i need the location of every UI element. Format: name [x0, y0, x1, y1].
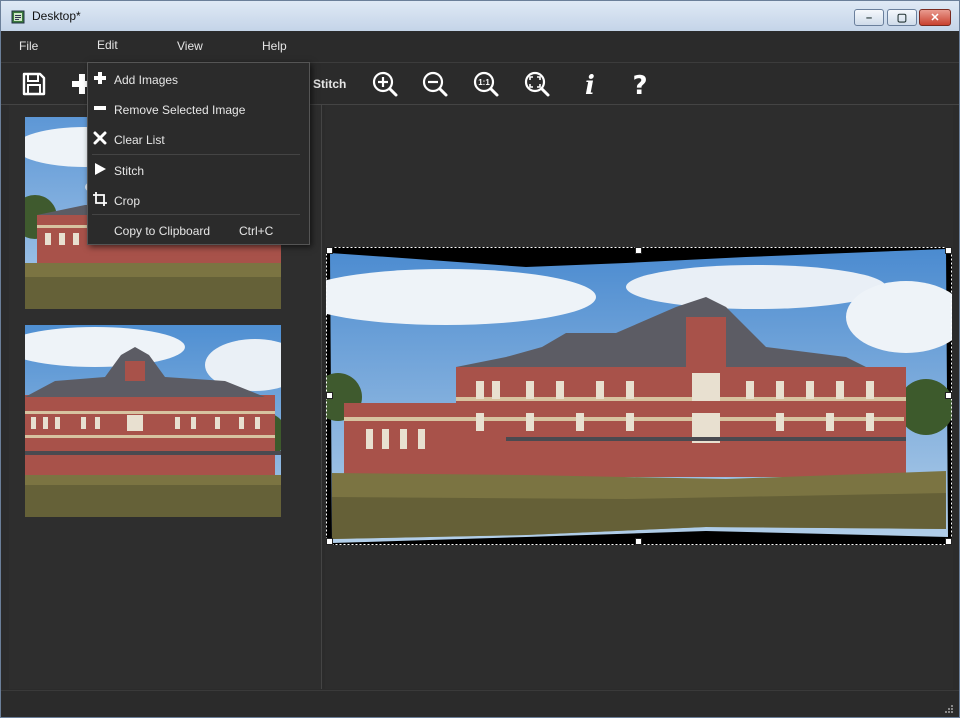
svg-text:i: i	[585, 71, 595, 98]
crop-icon	[93, 192, 107, 206]
menu-edit[interactable]: Edit	[97, 38, 118, 52]
menu-view[interactable]: View	[177, 39, 203, 53]
panorama-image	[296, 247, 959, 545]
minimize-button[interactable]: –	[854, 9, 884, 26]
plus-icon	[94, 72, 106, 84]
maximize-icon: ▢	[896, 12, 908, 24]
zoom-fit-button[interactable]	[520, 67, 554, 101]
menu-item-shortcut: Ctrl+C	[239, 224, 274, 238]
zoom-out-button[interactable]	[418, 67, 452, 101]
resize-handle[interactable]	[326, 247, 333, 254]
save-button[interactable]	[17, 67, 51, 101]
stitch-button[interactable]: Stitch	[313, 77, 346, 91]
resize-grip-icon[interactable]	[943, 703, 953, 713]
svg-text:?: ?	[632, 71, 647, 98]
menu-help[interactable]: Help	[262, 39, 287, 53]
menu-separator	[92, 214, 300, 215]
image-thumbnail[interactable]	[25, 325, 281, 517]
zoom-actual-size-icon: 1:1	[473, 71, 499, 97]
title-bar: Desktop* – ▢ ✕	[1, 1, 959, 31]
menu-bar: File Edit View Help	[1, 31, 959, 63]
zoom-in-icon	[372, 71, 398, 97]
x-icon	[93, 131, 107, 145]
menu-item-label: Copy to Clipboard	[114, 224, 211, 238]
help-button[interactable]: ?	[623, 67, 657, 101]
menu-item-remove-selected-image[interactable]: Remove Selected Image	[88, 95, 307, 123]
menu-item-crop[interactable]: Crop	[88, 186, 307, 214]
minus-icon	[94, 106, 106, 110]
zoom-in-button[interactable]	[368, 67, 402, 101]
resize-handle[interactable]	[945, 538, 952, 545]
preview-canvas[interactable]	[296, 105, 959, 689]
menu-separator	[92, 154, 300, 155]
menu-item-label: Clear List	[114, 133, 165, 147]
help-icon: ?	[632, 71, 647, 98]
window-title: Desktop*	[32, 9, 81, 23]
building-photo-right	[25, 325, 281, 517]
resize-handle[interactable]	[945, 247, 952, 254]
menu-file[interactable]: File	[19, 39, 38, 53]
play-icon	[95, 163, 106, 175]
edit-menu-dropdown: Add Images Remove Selected Image Clear L…	[87, 62, 310, 245]
menu-item-add-images[interactable]: Add Images	[88, 65, 307, 93]
app-window: Desktop* – ▢ ✕ File Edit View Help Stitc…	[0, 0, 960, 718]
info-icon: i	[585, 71, 595, 98]
zoom-out-icon	[422, 71, 448, 97]
zoom-actual-size-button[interactable]: 1:1	[469, 67, 503, 101]
app-icon	[11, 10, 25, 24]
svg-text:1:1: 1:1	[478, 78, 490, 87]
menu-item-copy-to-clipboard[interactable]: Copy to Clipboard Ctrl+C	[88, 216, 307, 244]
resize-handle[interactable]	[326, 392, 333, 399]
menu-item-label: Add Images	[114, 73, 179, 87]
menu-item-stitch[interactable]: Stitch	[88, 156, 307, 184]
resize-handle[interactable]	[945, 392, 952, 399]
resize-handle[interactable]	[326, 538, 333, 545]
menu-item-label: Crop	[114, 194, 141, 208]
close-icon: ✕	[930, 12, 940, 24]
minimize-icon: –	[865, 11, 873, 24]
status-bar	[1, 690, 959, 717]
menu-item-label: Remove Selected Image	[114, 103, 246, 117]
resize-handle[interactable]	[635, 538, 642, 545]
zoom-fit-icon	[524, 71, 550, 97]
menu-item-clear-list[interactable]: Clear List	[88, 125, 307, 153]
stitched-panorama[interactable]	[296, 247, 959, 545]
menu-item-label: Stitch	[114, 164, 145, 178]
resize-handle[interactable]	[635, 247, 642, 254]
info-button[interactable]: i	[573, 67, 607, 101]
maximize-button[interactable]: ▢	[887, 9, 917, 26]
save-icon	[22, 72, 46, 96]
close-button[interactable]: ✕	[919, 9, 951, 26]
